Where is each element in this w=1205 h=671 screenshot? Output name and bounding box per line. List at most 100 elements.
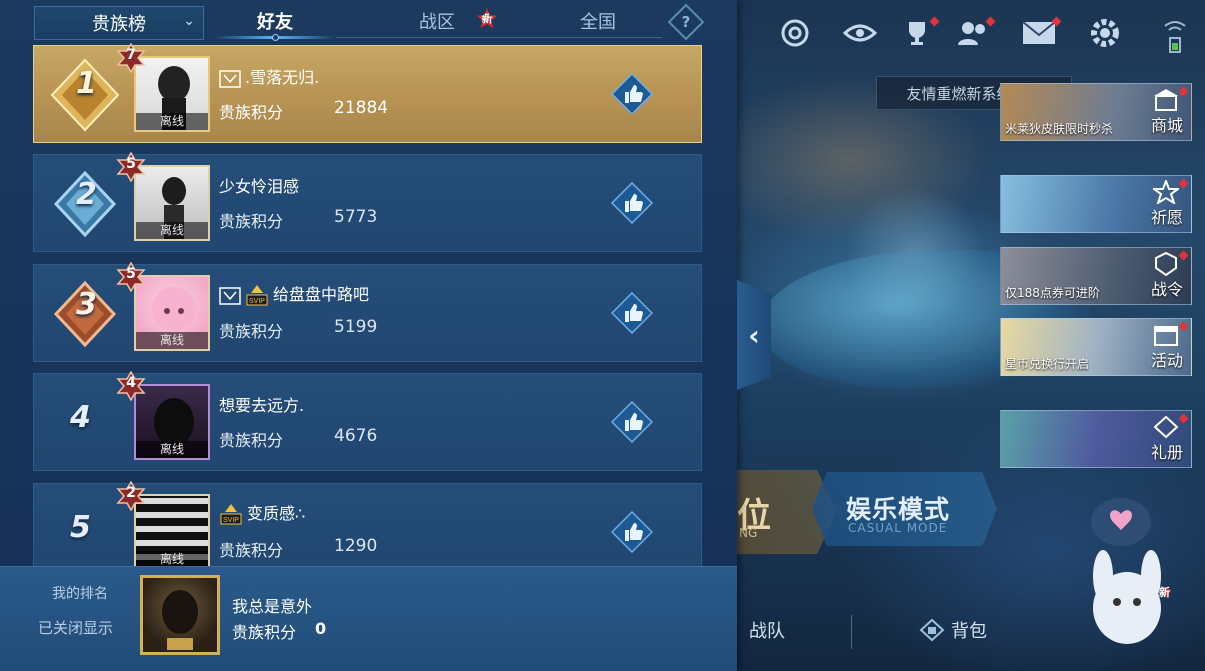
player-name: 给盘盘中路吧	[273, 285, 370, 304]
my-name: 我总是意外	[232, 597, 313, 616]
level-badge: 4	[116, 370, 146, 402]
target-icon[interactable]	[778, 18, 812, 48]
wish-star-icon	[1153, 180, 1179, 204]
leaderboard-row[interactable]: 1 离线 7 .雪落无归. 贵族积分 21884	[33, 42, 702, 143]
trophy-icon[interactable]	[900, 16, 940, 48]
backpack-nav-item[interactable]: 背包	[919, 617, 987, 643]
leaderboard-row[interactable]: 5 离线 2 SVIP 变质感∴ 贵族积分 1290	[33, 480, 702, 570]
offline-status: 离线	[136, 113, 208, 130]
noble-score: 4676	[334, 426, 378, 446]
svg-text:SVIP: SVIP	[223, 517, 239, 524]
offline-status: 离线	[136, 441, 208, 458]
eye-icon[interactable]	[843, 18, 877, 48]
casual-mode-sub: CASUAL MODE	[848, 521, 948, 535]
event-calendar-icon	[1154, 326, 1178, 346]
my-score: 0	[315, 619, 327, 638]
tab-nationwide[interactable]: 全国	[580, 8, 616, 34]
svg-text:SVIP: SVIP	[249, 298, 265, 305]
mascot-new-badge: 新	[1159, 586, 1170, 599]
offline-status: 离线	[136, 222, 208, 239]
rank-number: 5	[70, 510, 91, 545]
shop-icon	[1154, 89, 1178, 111]
level-number: 2	[126, 485, 136, 501]
player-name: 想要去远方.	[219, 396, 305, 415]
bottom-nav: 战队 背包	[737, 597, 1077, 657]
level-number: 5	[126, 266, 136, 282]
player-name-line: 想要去远方.	[219, 392, 304, 416]
leaderboard-row[interactable]: 2 离线 5 少女怜泪感 贵族积分 5773	[33, 151, 702, 252]
leaderboard-tabs: 贵族榜 ⌄ 好友 战区 新 全国 ?	[0, 0, 737, 44]
battle-pass-icon	[1155, 252, 1177, 276]
rank-number: 2	[76, 177, 97, 212]
gift-book-label: 礼册	[1150, 443, 1183, 462]
level-number: 4	[126, 375, 136, 391]
score-label: 贵族积分	[219, 103, 284, 122]
like-thumbs-up-icon[interactable]	[611, 73, 653, 115]
player-name: 少女怜泪感	[219, 177, 300, 196]
like-thumbs-up-icon[interactable]	[611, 182, 653, 224]
wish-tile[interactable]: 祈愿	[1000, 175, 1192, 233]
offline-status: 离线	[136, 332, 208, 349]
notification-dot	[1178, 250, 1189, 261]
gift-book-icon	[1153, 415, 1179, 439]
level-badge: 5	[116, 261, 146, 293]
mascot-pet[interactable]: 新	[1075, 490, 1195, 660]
my-rank-footer: 我的排名 已关闭显示 我总是意外 贵族积分 0	[0, 566, 737, 671]
like-thumbs-up-icon[interactable]	[611, 292, 653, 334]
mail-icon[interactable]	[1022, 16, 1062, 48]
noble-leaderboard-panel: 贵族榜 ⌄ 好友 战区 新 全国 ? 1 离线 7 .雪落无归. 贵族积分 21…	[0, 0, 737, 671]
team-nav-item[interactable]: 战队	[749, 617, 785, 643]
help-button[interactable]: ?	[667, 3, 705, 41]
team-label: 战队	[749, 621, 785, 642]
leaderboard-row[interactable]: 3 离线 5 SVIP 给盘盘中路吧 贵族积分 5199	[33, 261, 702, 362]
noble-score: 1290	[334, 536, 378, 556]
noble-frame-icon	[219, 69, 241, 88]
player-name-line: SVIP 给盘盘中路吧	[219, 281, 369, 309]
wish-tile-label: 祈愿	[1150, 208, 1183, 227]
notification-dot	[1178, 321, 1189, 332]
level-badge: 5	[116, 151, 146, 183]
rank-number: 1	[76, 66, 97, 101]
player-name-line: .雪落无归.	[219, 64, 319, 88]
settings-gear-icon[interactable]	[1088, 18, 1122, 48]
player-name: .雪落无归.	[245, 68, 320, 87]
help-icon: ?	[681, 13, 691, 31]
player-name: 变质感∴	[247, 504, 306, 523]
backpack-icon	[919, 618, 945, 642]
tab-friends[interactable]: 好友	[257, 8, 293, 34]
player-name-line: SVIP 变质感∴	[219, 500, 305, 528]
level-number: 7	[126, 47, 136, 63]
level-badge: 2	[116, 480, 146, 512]
dropdown-label: 贵族榜	[92, 14, 146, 35]
my-avatar[interactable]	[140, 575, 220, 655]
noble-frame-icon	[219, 286, 241, 305]
tab-divider-line	[336, 37, 662, 38]
nav-divider	[851, 615, 852, 649]
shop-tile[interactable]: 米莱狄皮肤限时秒杀 商城	[1000, 83, 1192, 141]
score-label: 贵族积分	[219, 212, 284, 231]
like-thumbs-up-icon[interactable]	[611, 401, 653, 443]
battle-pass-label: 战令	[1150, 280, 1183, 299]
wifi-battery-indicator	[1160, 18, 1190, 54]
casual-mode-button[interactable]: 娱乐模式 CASUAL MODE	[812, 472, 997, 546]
noble-score: 5199	[334, 317, 378, 337]
leaderboard-type-dropdown[interactable]: 贵族榜 ⌄	[34, 6, 204, 40]
like-thumbs-up-icon[interactable]	[611, 511, 653, 553]
event-tile-label: 活动	[1150, 351, 1183, 370]
tab-war-zone[interactable]: 战区	[419, 8, 455, 34]
noble-score: 21884	[334, 98, 389, 118]
shop-tile-caption: 米莱狄皮肤限时秒杀	[1005, 122, 1114, 136]
event-tile-caption: 星币兑换行开启	[1005, 357, 1090, 371]
chevron-down-icon: ⌄	[183, 13, 195, 29]
player-name-line: 少女怜泪感	[219, 173, 299, 197]
gift-book-tile[interactable]: 礼册	[1000, 410, 1192, 468]
friends-icon[interactable]	[956, 16, 996, 48]
battle-pass-tile[interactable]: 仅188点券可进阶 战令	[1000, 247, 1192, 305]
notification-dot	[1178, 413, 1189, 424]
rank-number: 4	[70, 400, 91, 435]
active-tab-marker	[272, 34, 279, 41]
leaderboard-row[interactable]: 4 离线 4 想要去远方. 贵族积分 4676	[33, 370, 702, 471]
collapse-panel-button[interactable]: ‹	[737, 280, 771, 390]
event-tile[interactable]: 星币兑换行开启 活动	[1000, 318, 1192, 376]
rank-number: 3	[76, 287, 97, 322]
